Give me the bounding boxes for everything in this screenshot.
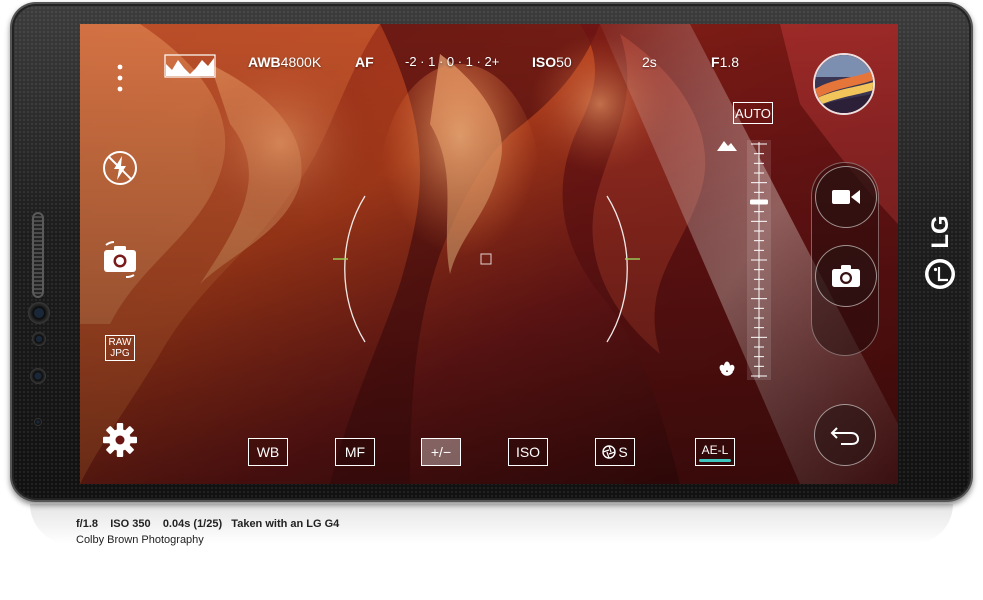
- camera-icon: [832, 265, 860, 287]
- aperture-shutter-icon: [602, 445, 617, 459]
- wb-button[interactable]: WB: [248, 438, 288, 466]
- switch-camera-icon[interactable]: [100, 239, 140, 279]
- focus-auto-label: AUTO: [735, 105, 771, 121]
- awb-label: AWB: [248, 54, 281, 70]
- photo-capture-button[interactable]: [815, 245, 877, 307]
- aperture-readout[interactable]: F1.8: [711, 54, 739, 70]
- shutter-speed-button[interactable]: S: [595, 438, 635, 466]
- focus-slider-handle: [750, 199, 768, 205]
- af-label: AF: [355, 54, 374, 70]
- lg-brand-text: LG: [927, 215, 954, 248]
- macro-flower-icon: [719, 361, 735, 376]
- ev-label: +/−: [430, 444, 452, 460]
- iso-button-label: ISO: [515, 444, 541, 460]
- aperture-value: 1.8: [719, 54, 740, 70]
- af-readout[interactable]: AF: [355, 54, 374, 70]
- capture-mode-pill: [811, 162, 879, 356]
- mf-label: MF: [344, 444, 366, 460]
- camera-screen: AWB4800K AF -2 · 1 · 0 · 1 · 2+ ISO50 2s…: [80, 24, 898, 484]
- jpg-label: JPG: [110, 348, 130, 359]
- iso-label: ISO: [532, 54, 557, 70]
- shutter-value: 2s: [642, 54, 657, 70]
- ae-lock-label: AE-L: [701, 442, 729, 457]
- ev-scale-text: -2 · 1 · 0 · 1 · 2+: [405, 54, 500, 69]
- wb-label: WB: [256, 444, 280, 460]
- gallery-thumbnail[interactable]: [813, 53, 875, 115]
- front-sensor: [32, 332, 46, 346]
- ae-lock-button[interactable]: AE-L: [695, 438, 735, 466]
- focus-slider[interactable]: [747, 140, 771, 380]
- phone-body: LG AWB4800K AF -2 · 1 · 0 · 1 · 2+ ISO50…: [10, 2, 973, 502]
- ev-scale[interactable]: -2 · 1 · 0 · 1 · 2+: [405, 54, 499, 69]
- gear-icon[interactable]: [100, 420, 140, 460]
- raw-label: RAW: [108, 337, 132, 348]
- photo-caption-settings: f/1.8 ISO 350 0.04s (1/25) Taken with an…: [76, 518, 340, 530]
- video-camera-icon: [832, 190, 860, 204]
- shutter-suffix: S: [618, 444, 628, 460]
- front-camera-lens: [28, 302, 50, 324]
- mountain-icon: [717, 141, 737, 151]
- ev-button[interactable]: +/−: [421, 438, 461, 466]
- back-button[interactable]: [814, 404, 876, 466]
- aperture-label: F: [711, 54, 720, 70]
- ae-lock-indicator: [699, 458, 731, 462]
- iso-readout[interactable]: ISO50: [532, 54, 572, 70]
- histogram-icon[interactable]: [164, 54, 216, 78]
- viewfinder-image[interactable]: [80, 24, 898, 484]
- flash-off-icon[interactable]: [100, 148, 140, 188]
- awb-readout[interactable]: AWB4800K: [248, 54, 321, 70]
- raw-jpg-toggle[interactable]: RAW JPG: [100, 328, 140, 368]
- indicator-led: [34, 418, 42, 426]
- iso-value: 50: [556, 54, 572, 70]
- shutter-readout[interactable]: 2s: [642, 54, 657, 70]
- awb-value: 4800K: [280, 54, 322, 70]
- lg-logo: LG: [925, 215, 955, 289]
- more-vert-icon[interactable]: [100, 58, 140, 98]
- video-record-button[interactable]: [815, 166, 877, 228]
- back-arrow-icon: [830, 427, 860, 445]
- focus-auto-badge[interactable]: AUTO: [733, 102, 773, 124]
- proximity-sensor: [30, 368, 46, 384]
- iso-button[interactable]: ISO: [508, 438, 548, 466]
- photo-caption-credit: Colby Brown Photography: [76, 534, 204, 546]
- earpiece-speaker: [32, 212, 44, 298]
- mf-button[interactable]: MF: [335, 438, 375, 466]
